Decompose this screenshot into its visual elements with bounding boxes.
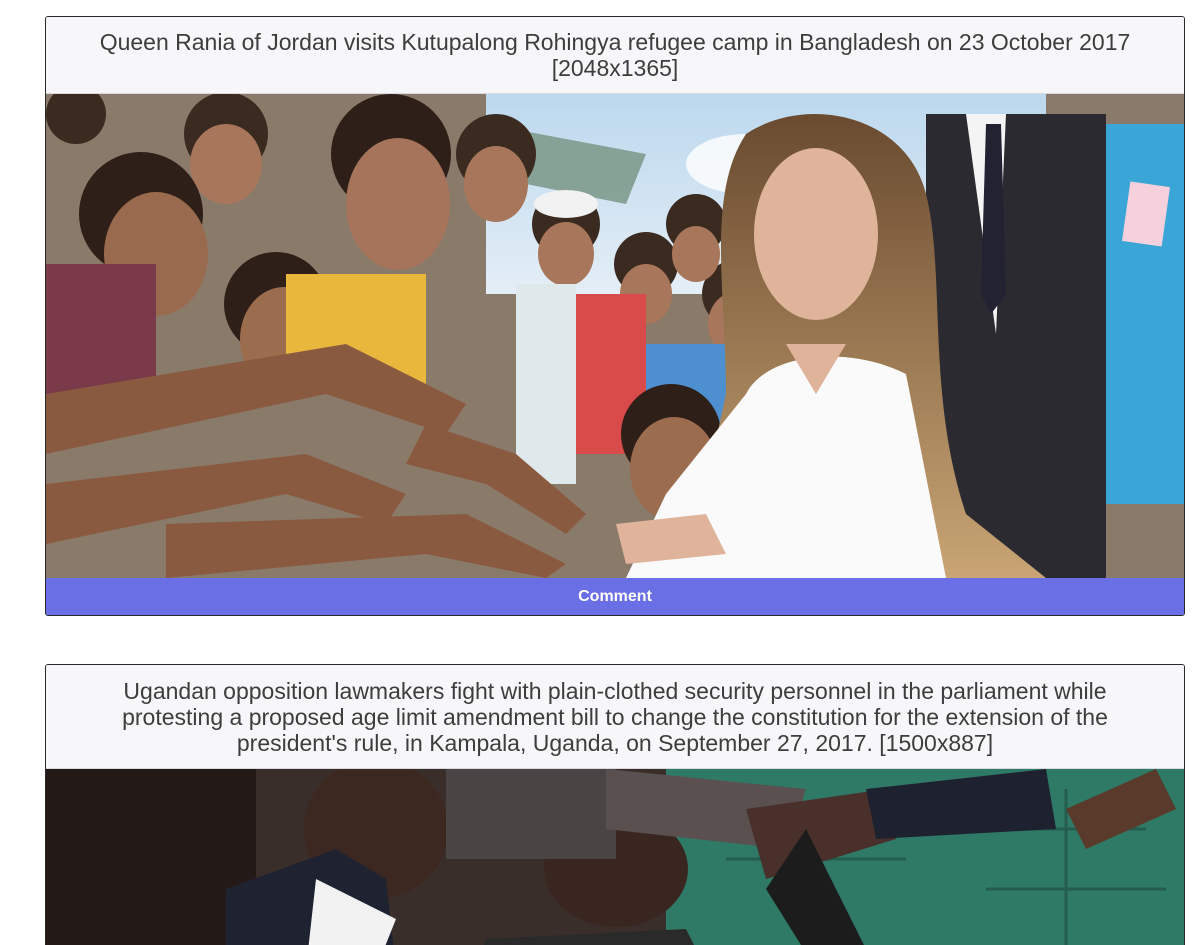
post-card: Queen Rania of Jordan visits Kutupalong … bbox=[45, 16, 1185, 616]
post-title-line: protesting a proposed age limit amendmen… bbox=[122, 704, 1108, 730]
photo-illustration bbox=[46, 769, 1184, 945]
post-title: Queen Rania of Jordan visits Kutupalong … bbox=[99, 29, 1131, 55]
post-caption: Queen Rania of Jordan visits Kutupalong … bbox=[46, 17, 1184, 94]
image-size-label: [2048x1365] bbox=[551, 55, 679, 81]
image-feed: Queen Rania of Jordan visits Kutupalong … bbox=[0, 0, 1198, 945]
post-card: Ugandan opposition lawmakers fight with … bbox=[45, 664, 1185, 945]
post-photo[interactable] bbox=[46, 769, 1184, 945]
photo-illustration bbox=[46, 94, 1184, 578]
post-photo[interactable] bbox=[46, 94, 1184, 578]
post-title-line: Ugandan opposition lawmakers fight with … bbox=[123, 678, 1107, 704]
post-caption: Ugandan opposition lawmakers fight with … bbox=[46, 665, 1184, 769]
post-title-line: president's rule, in Kampala, Uganda, on… bbox=[236, 730, 994, 756]
comment-button[interactable]: Comment bbox=[46, 578, 1184, 615]
